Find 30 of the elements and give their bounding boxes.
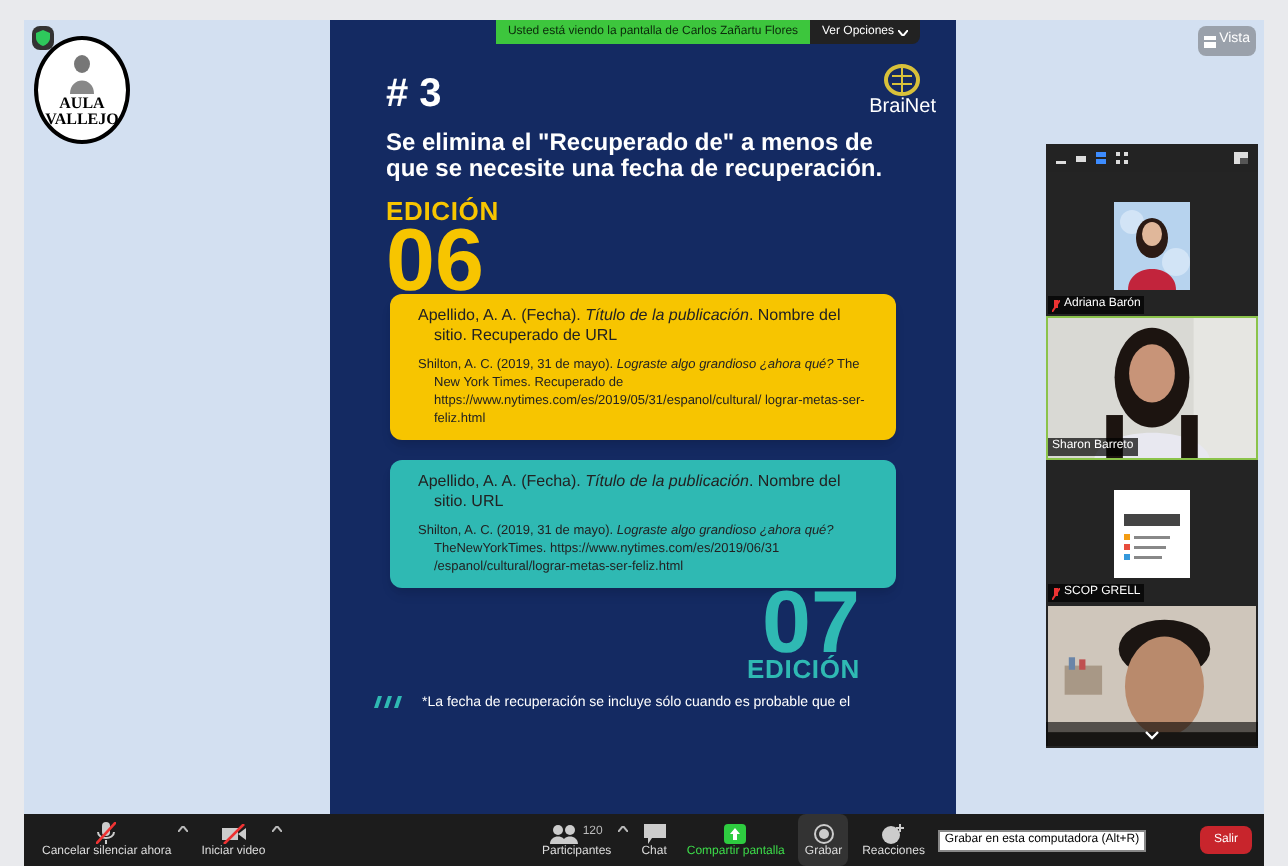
grid-icon	[1203, 35, 1216, 47]
caret-icon[interactable]	[177, 826, 188, 832]
muted-mic-icon	[96, 822, 117, 844]
share-screen-icon	[724, 823, 747, 843]
chevron-down-icon[interactable]	[1144, 729, 1160, 739]
edition-label: EDICIÓN	[747, 656, 860, 684]
caret-icon[interactable]	[271, 826, 282, 832]
edition-number: 06	[386, 226, 484, 294]
record-icon	[813, 823, 834, 843]
camera-off-icon	[221, 823, 246, 843]
chat-icon	[643, 823, 666, 843]
slide-heading: Se elimina el "Recuperado de" a menos de que se necesite una fecha de recuperación.	[384, 130, 885, 182]
caret-icon	[898, 29, 909, 35]
shield-icon	[32, 26, 54, 50]
list-view-icon[interactable]	[1096, 152, 1106, 164]
expand-icon[interactable]	[1234, 152, 1248, 164]
stripes-icon	[374, 696, 402, 708]
edition-number: 07	[762, 588, 860, 656]
grid-icon[interactable]	[1116, 152, 1128, 164]
reference-text: Apellido, A. A. (Fecha). Título de la publicación. Nombre del sitio. URL	[418, 472, 843, 512]
logo-text: VALLEJO	[45, 112, 119, 128]
edition-label: EDICIÓN	[386, 198, 501, 226]
square-icon[interactable]	[1076, 153, 1086, 163]
brand-name: BraiNet	[869, 96, 936, 118]
logo-text: AULA	[59, 96, 105, 112]
smiley-plus-icon	[882, 823, 905, 843]
slide-number: # 3	[386, 70, 442, 116]
caret-icon[interactable]	[617, 826, 628, 832]
reference-text: Apellido, A. A. (Fecha). Título de la publicación. Nombre del sitio. Recuperado de URL	[418, 306, 843, 346]
people-icon	[550, 823, 579, 843]
